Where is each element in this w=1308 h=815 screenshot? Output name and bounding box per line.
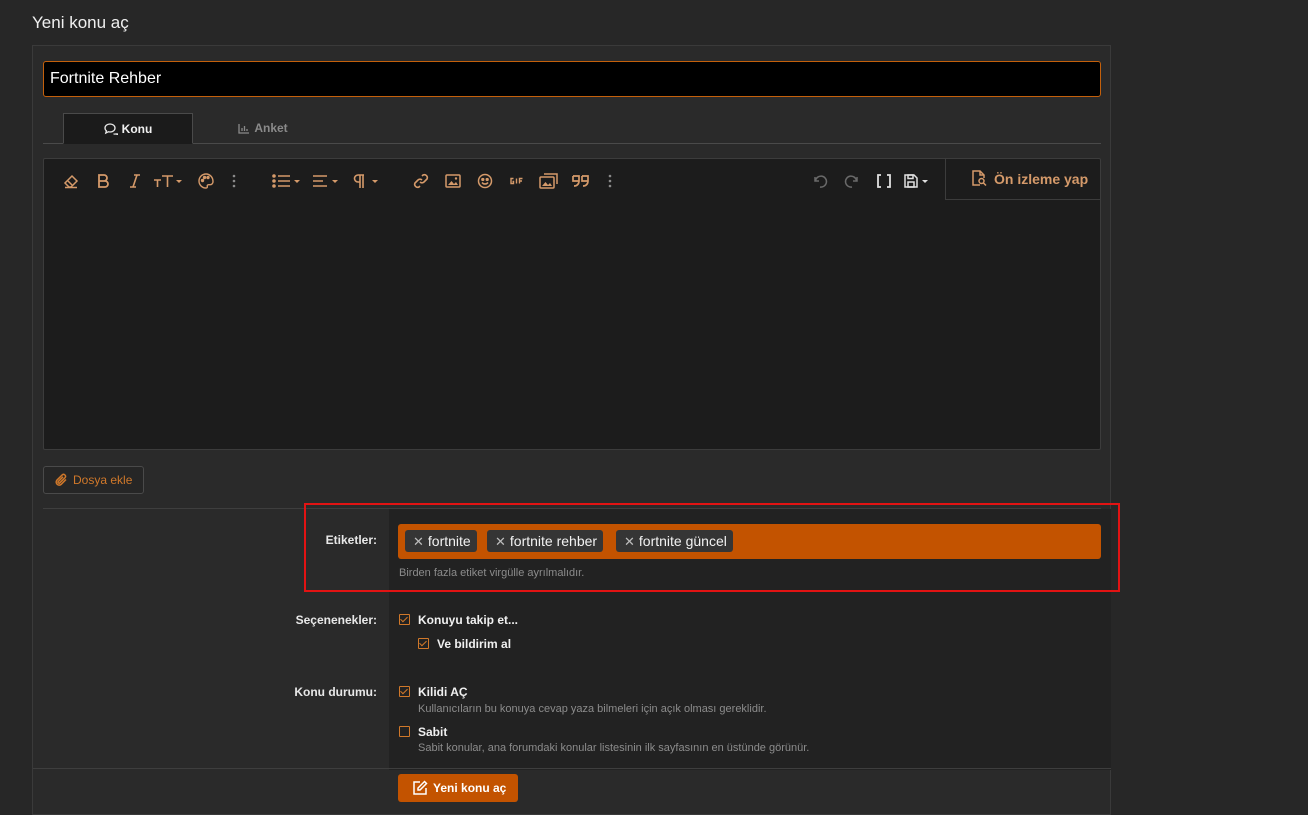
text-size-icon[interactable]: [152, 172, 184, 190]
redo-icon[interactable]: [842, 172, 862, 190]
watch-label[interactable]: Konuyu takip et...: [418, 613, 518, 627]
smilie-icon[interactable]: [475, 172, 495, 190]
submit-button[interactable]: Yeni konu aç: [398, 774, 518, 802]
highlight-frame: [304, 503, 1120, 592]
tab-anket-label: Anket: [254, 121, 288, 135]
tab-konu-label: Konu: [121, 122, 153, 136]
more-icon[interactable]: [605, 172, 615, 190]
align-icon[interactable]: [312, 172, 342, 190]
notify-checkbox[interactable]: [418, 638, 429, 649]
list-icon[interactable]: [272, 172, 302, 190]
attach-label: Dosya ekle: [73, 473, 133, 487]
image-icon[interactable]: [443, 172, 463, 190]
media-icon[interactable]: [538, 172, 560, 190]
paragraph-icon[interactable]: [352, 172, 382, 190]
bold-icon[interactable]: [94, 172, 112, 190]
more-icon[interactable]: [229, 172, 239, 190]
watch-checkbox[interactable]: [399, 614, 410, 625]
palette-icon[interactable]: [197, 172, 215, 190]
open-description: Kullanıcıların bu konuya cevap yaza bilm…: [418, 703, 767, 715]
options-label: Seçenenekler:: [295, 613, 377, 627]
italic-icon[interactable]: [126, 172, 144, 190]
notify-label[interactable]: Ve bildirim al: [437, 637, 511, 651]
sticky-label[interactable]: Sabit: [418, 725, 447, 739]
rich-text-editor[interactable]: [43, 158, 1101, 450]
drafts-icon[interactable]: [903, 172, 933, 190]
open-label[interactable]: Kilidi AÇ: [418, 685, 468, 699]
preview-label: Ön izleme yap: [994, 171, 1089, 187]
page-title: Yeni konu aç: [32, 13, 129, 32]
paperclip-icon: [55, 473, 67, 486]
eraser-icon[interactable]: [61, 172, 81, 190]
tab-anket[interactable]: Anket: [198, 113, 328, 143]
tab-bar: Konu Anket: [43, 113, 1101, 144]
tab-konu[interactable]: Konu: [63, 113, 193, 144]
sticky-checkbox[interactable]: [399, 726, 410, 737]
quote-icon[interactable]: [570, 172, 592, 190]
thread-title-input[interactable]: Fortnite Rehber: [43, 61, 1101, 97]
submit-label: Yeni konu aç: [433, 781, 507, 795]
status-label: Konu durumu:: [294, 685, 377, 699]
divider: [33, 768, 1111, 769]
undo-icon[interactable]: [810, 172, 830, 190]
comments-icon: [104, 123, 119, 136]
edit-icon: [413, 780, 428, 795]
open-checkbox[interactable]: [399, 686, 410, 697]
gif-icon[interactable]: [507, 172, 527, 190]
preview-icon: [972, 170, 987, 187]
sticky-description: Sabit konular, ana forumdaki konular lis…: [418, 742, 810, 754]
preview-button[interactable]: Ön izleme yap: [945, 159, 1100, 200]
attach-files-button[interactable]: Dosya ekle: [43, 466, 144, 494]
bbcode-icon[interactable]: [874, 172, 894, 190]
bar-chart-icon: [238, 124, 250, 134]
link-icon[interactable]: [411, 172, 431, 190]
